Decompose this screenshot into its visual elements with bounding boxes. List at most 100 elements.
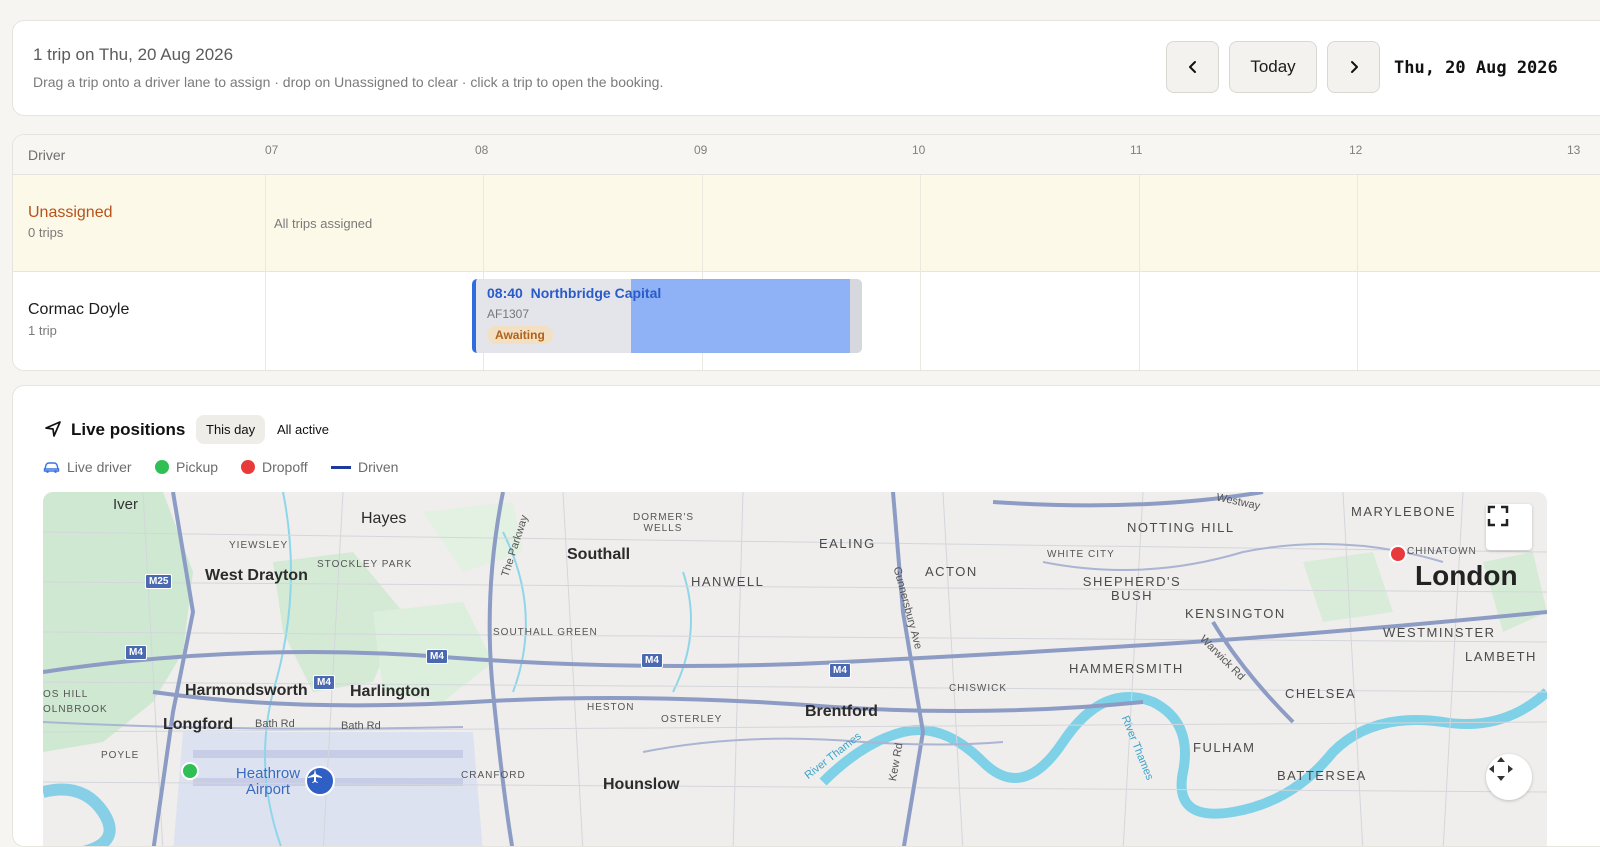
map-label-chiswick: CHISWICK — [949, 683, 1007, 694]
legend-label: Driven — [358, 459, 399, 475]
trip-flight-ref: AF1307 — [487, 307, 530, 321]
trip-status-badge: Awaiting — [487, 326, 553, 344]
dropoff-marker[interactable] — [1389, 545, 1407, 563]
dropoff-dot-icon — [241, 460, 255, 474]
motorway-shield-m4: M4 — [829, 663, 851, 678]
map-label-white-city: WHITE CITY — [1047, 549, 1115, 560]
filter-this-day[interactable]: This day — [196, 415, 266, 444]
map-label-harmondsworth: Harmondsworth — [185, 682, 308, 699]
map-label-notting-hill: NOTTING HILL — [1127, 520, 1235, 535]
motorway-shield-m4: M4 — [426, 649, 448, 664]
lane-trip-count: 0 trips — [28, 225, 64, 240]
map-label-bath-rd: Bath Rd — [255, 718, 295, 730]
previous-day-button[interactable] — [1166, 41, 1219, 93]
motorway-shield-m25: M25 — [145, 574, 173, 589]
fullscreen-button[interactable] — [1486, 504, 1532, 550]
trip-card[interactable]: 08:40 Northbridge Capital AF1307 Awaitin… — [472, 279, 862, 353]
map-label-hammersmith: HAMMERSMITH — [1069, 661, 1184, 676]
map-label-battersea: BATTERSEA — [1277, 768, 1367, 783]
map-label-bath-rd: Bath Rd — [341, 720, 381, 732]
map-label-longford: Longford — [163, 716, 234, 733]
hour-label: 09 — [694, 143, 708, 157]
chevron-left-icon — [1188, 61, 1196, 73]
trip-client: Northbridge Capital — [530, 285, 662, 301]
lane-trip-count: 1 trip — [28, 323, 57, 338]
map-label-yiewsley: YIEWSLEY — [229, 540, 289, 551]
motorway-shield-m4: M4 — [641, 653, 663, 668]
recenter-button[interactable] — [1486, 754, 1532, 800]
current-date-label: Thu, 20 Aug 2026 — [1394, 58, 1558, 78]
map-label-chinatown: CHINATOWN — [1407, 546, 1477, 557]
map-label-poyle: POYLE — [101, 750, 140, 761]
map-label-harlington: Harlington — [350, 683, 430, 700]
pickup-dot-icon — [155, 460, 169, 474]
hour-label: 10 — [912, 143, 926, 157]
hour-gridline — [265, 175, 266, 370]
next-day-button[interactable] — [1327, 41, 1380, 93]
timeline-header: Driver 07 08 09 10 11 12 13 — [13, 135, 1600, 175]
airport-icon — [305, 766, 335, 796]
fullscreen-icon — [1487, 505, 1509, 527]
hour-label: 12 — [1349, 143, 1363, 157]
legend-label: Pickup — [176, 459, 219, 475]
legend-driven: Driven — [331, 459, 398, 475]
map-label-heston: HESTON — [587, 702, 635, 713]
map-label-osterley: OSTERLEY — [661, 714, 723, 725]
map-label-brentford: Brentford — [805, 703, 878, 720]
map-label-southall-green: SOUTHALL GREEN — [493, 627, 598, 638]
live-map[interactable]: Iver Hayes DORMER'S WELLS The Parkway So… — [43, 492, 1547, 846]
map-label-fulham: FULHAM — [1193, 740, 1256, 755]
navigation-icon — [45, 421, 61, 437]
map-label-london: London — [1415, 560, 1518, 591]
map-label-shepherds-bush: SHEPHERD'S BUSH — [1082, 574, 1182, 603]
lane-unassigned[interactable]: Unassigned 0 trips — [13, 175, 1600, 272]
legend-label: Dropoff — [262, 459, 308, 475]
map-label-iver: Iver — [113, 496, 139, 513]
trip-time: 08:40 — [487, 285, 523, 301]
map-label-west-drayton: West Drayton — [205, 567, 308, 584]
live-positions-card: Live positions This day All active Live … — [12, 385, 1600, 847]
empty-lane-note: All trips assigned — [274, 216, 373, 231]
hour-gridline — [1139, 175, 1140, 370]
map-label-kensington: KENSINGTON — [1185, 606, 1286, 621]
hour-label: 13 — [1567, 143, 1581, 157]
map-label-ealing: EALING — [819, 536, 876, 551]
car-icon — [43, 462, 60, 473]
map-label-southall: Southall — [567, 546, 631, 563]
map-label-cranford: CRANFORD — [461, 770, 526, 781]
chevron-right-icon — [1350, 61, 1358, 73]
map-label-acton: ACTON — [925, 564, 978, 579]
date-header-card: 1 trip on Thu, 20 Aug 2026 Drag a trip o… — [12, 20, 1600, 116]
hour-label: 08 — [475, 143, 489, 157]
trip-drag-preview — [631, 279, 850, 353]
map-label-lambeth: LAMBETH — [1465, 649, 1537, 664]
filter-all-active[interactable]: All active — [267, 415, 339, 444]
pickup-marker[interactable] — [181, 762, 199, 780]
legend-label: Live driver — [67, 459, 132, 475]
hour-gridline — [920, 175, 921, 370]
hour-label: 07 — [265, 143, 279, 157]
driver-timeline: Driver 07 08 09 10 11 12 13 Unassigned 0… — [12, 134, 1600, 371]
lane-name: Unassigned — [28, 204, 113, 221]
instructions-text: Drag a trip onto a driver lane to assign… — [33, 74, 664, 90]
driver-column-header: Driver — [28, 147, 66, 163]
map-label-hayes: Hayes — [361, 510, 407, 527]
map-label-marylebone: MARYLEBONE — [1351, 504, 1457, 519]
trip-summary: 08:40 Northbridge Capital — [487, 285, 661, 301]
recenter-icon — [1489, 757, 1513, 781]
hour-label: 11 — [1130, 143, 1143, 157]
motorway-shield-m4: M4 — [125, 645, 147, 660]
motorway-shield-m4: M4 — [313, 675, 335, 690]
map-label-heathrow: Heathrow Airport — [235, 765, 301, 798]
map-label-olnbrook: OLNBROOK — [43, 704, 108, 715]
legend-live-driver: Live driver — [43, 459, 132, 475]
map-label-hounslow: Hounslow — [603, 776, 680, 793]
today-button[interactable]: Today — [1229, 41, 1317, 93]
map-label-os-hill: OS HILL — [43, 689, 89, 700]
legend-dropoff: Dropoff — [241, 459, 308, 475]
map-label-hanwell: HANWELL — [691, 574, 765, 589]
legend-pickup: Pickup — [155, 459, 218, 475]
map-label-stockley-park: STOCKLEY PARK — [317, 559, 413, 570]
map-label-westminster: WESTMINSTER — [1383, 625, 1496, 640]
trip-resize-handle[interactable] — [850, 279, 862, 353]
